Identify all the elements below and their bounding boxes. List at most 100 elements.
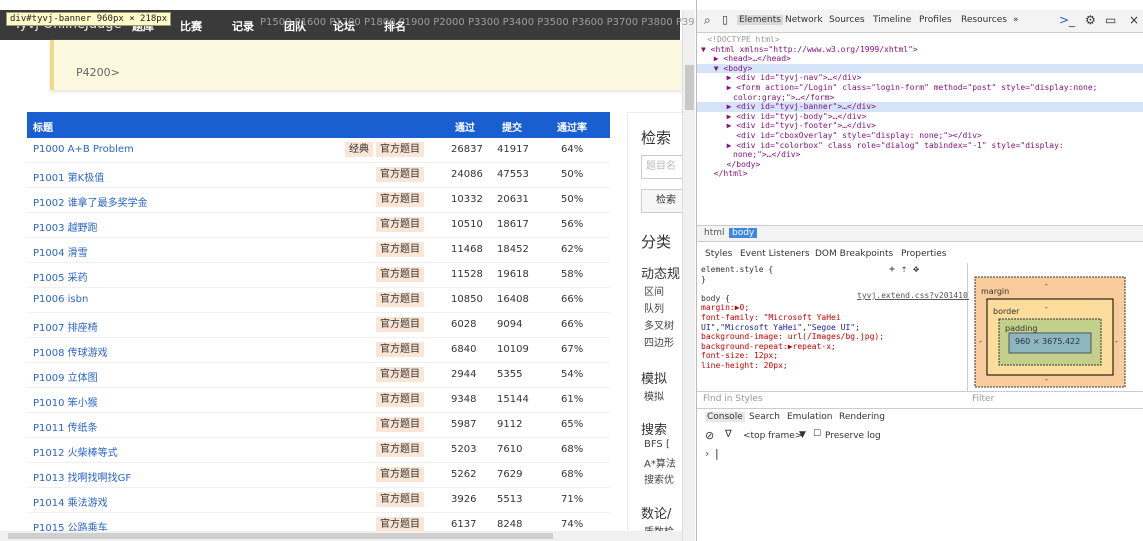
- border-top-value[interactable]: -: [1045, 303, 1048, 312]
- problem-tag[interactable]: 官方题目: [376, 267, 424, 282]
- device-mode-icon[interactable]: ▯: [722, 13, 728, 26]
- problem-tag[interactable]: 官方题目: [376, 517, 424, 532]
- problem-title-link[interactable]: P1001 第K极值: [33, 169, 104, 184]
- css-declaration[interactable]: body {: [701, 294, 730, 304]
- dom-node-line[interactable]: ▼ <html xmlns="http://www.w3.org/1999/xh…: [697, 45, 918, 55]
- subtab-dom-breakpoints[interactable]: DOM Breakpoints: [815, 249, 893, 259]
- search-button[interactable]: 检索: [641, 189, 683, 213]
- drawer-tab-emulation[interactable]: Emulation: [787, 412, 832, 422]
- header-title[interactable]: 标题: [33, 119, 53, 134]
- preserve-log-checkbox[interactable]: ☐: [813, 429, 821, 439]
- problem-title-link[interactable]: P1000 A+B Problem: [33, 144, 134, 155]
- css-declaration[interactable]: background-image: url(/Images/bg.jpg);: [701, 332, 884, 342]
- category-item[interactable]: BFS [: [644, 439, 670, 450]
- header-rate[interactable]: 通过率: [557, 119, 587, 134]
- category-item[interactable]: 搜索优: [644, 471, 674, 486]
- tab-resources[interactable]: Resources: [961, 15, 1007, 25]
- dom-node-line[interactable]: <div id="cboxOverlay" style="display: no…: [697, 131, 982, 141]
- problem-title-link[interactable]: P1008 传球游戏: [33, 344, 108, 359]
- category-item[interactable]: 队列: [644, 300, 664, 315]
- page-horizontal-scrollbar[interactable]: [0, 531, 682, 541]
- problem-tag[interactable]: 官方题目: [376, 417, 424, 432]
- banner-range-link[interactable]: P4200>: [76, 66, 120, 79]
- problem-tag[interactable]: 官方题目: [376, 242, 424, 257]
- drawer-tab-rendering[interactable]: Rendering: [839, 412, 885, 422]
- drawer-tab-search[interactable]: Search: [749, 412, 780, 422]
- chevron-down-icon[interactable]: ▼: [799, 430, 806, 440]
- margin-top-value[interactable]: -: [1045, 280, 1048, 289]
- subtab-styles[interactable]: Styles: [705, 249, 732, 259]
- dom-node-line[interactable]: ▶ <div id="tyvj-nav">…</div>: [697, 73, 862, 83]
- console-prompt[interactable]: ›: [705, 447, 709, 460]
- problem-title-link[interactable]: P1012 火柴棒等式: [33, 444, 118, 459]
- subtab-event-listeners[interactable]: Event Listeners: [740, 249, 810, 259]
- problem-tag[interactable]: 官方题目: [376, 217, 424, 232]
- drawer-tab-console[interactable]: Console: [705, 412, 745, 422]
- dom-node-line[interactable]: ▶ <head>…</head>: [697, 54, 791, 64]
- header-submit[interactable]: 提交: [502, 119, 522, 134]
- problem-tag[interactable]: 官方题目: [376, 167, 424, 182]
- frame-select[interactable]: <top frame>: [743, 431, 802, 441]
- page-vertical-scrollbar[interactable]: [682, 10, 695, 541]
- crumb-body[interactable]: body: [729, 228, 758, 238]
- problem-tag[interactable]: 官方题目: [376, 192, 424, 207]
- filter-icon[interactable]: ∇: [725, 429, 732, 440]
- problem-tag[interactable]: 官方题目: [376, 367, 424, 382]
- nav-item-contests[interactable]: 比赛: [180, 18, 202, 34]
- margin-right-value[interactable]: -: [1115, 337, 1118, 346]
- content-size[interactable]: 960 × 3675.422: [1015, 337, 1080, 346]
- console-drawer-icon[interactable]: >_: [1059, 13, 1075, 27]
- dom-node-line[interactable]: ▼ <body>: [697, 63, 1143, 74]
- margin-bottom-value[interactable]: -: [1045, 375, 1048, 384]
- problem-title-link[interactable]: P1006 isbn: [33, 294, 88, 305]
- dom-node-line[interactable]: ▶ <div id="colorbox" class role="dialog"…: [697, 141, 1064, 151]
- dom-node-line[interactable]: ▶ <div id="tyvj-body">…</div>: [697, 112, 867, 122]
- clear-console-icon[interactable]: ⊘: [705, 429, 714, 442]
- dom-node-line[interactable]: ▶ <div id="tyvj-footer">…</div>: [697, 121, 876, 131]
- css-declaration[interactable]: font-size: 12px;: [701, 351, 778, 361]
- problem-title-link[interactable]: P1002 谁拿了最多奖学金: [33, 194, 148, 209]
- problem-tag[interactable]: 官方题目: [376, 392, 424, 407]
- category-item[interactable]: A*算法: [644, 455, 676, 470]
- dom-node-line[interactable]: ▶ <form action="/Login" class="login-for…: [697, 83, 1098, 93]
- problem-title-link[interactable]: P1011 传纸条: [33, 419, 98, 434]
- problem-tag[interactable]: 官方题目: [376, 442, 424, 457]
- dom-node-line[interactable]: color:gray;">…</form>: [697, 93, 834, 103]
- css-declaration[interactable]: UI","Microsoft YaHei","Segoe UI";: [701, 323, 860, 333]
- problem-title-link[interactable]: P1014 乘法游戏: [33, 494, 108, 509]
- tab-timeline[interactable]: Timeline: [873, 15, 911, 25]
- problem-title-link[interactable]: P1009 立体图: [33, 369, 98, 384]
- problem-title-link[interactable]: P1013 找啊找啊找GF: [33, 469, 131, 484]
- nav-item-records[interactable]: 记录: [232, 18, 254, 34]
- css-declaration[interactable]: background-repeat:▶repeat-x;: [701, 342, 836, 352]
- problem-title-link[interactable]: P1007 排座椅: [33, 319, 98, 334]
- find-in-styles-input[interactable]: Find in Styles: [703, 394, 763, 404]
- problem-tag[interactable]: 官方题目: [376, 492, 424, 507]
- tab-network[interactable]: Network: [785, 15, 823, 25]
- tab-elements[interactable]: Elements: [737, 15, 783, 25]
- category-item[interactable]: 区间: [644, 283, 664, 298]
- search-icon[interactable]: ⌕: [704, 13, 711, 28]
- category-item[interactable]: 多叉树: [644, 317, 674, 332]
- tab-sources[interactable]: Sources: [829, 15, 865, 25]
- category-item[interactable]: 四边形: [644, 334, 674, 349]
- tab-more[interactable]: »: [1013, 15, 1019, 25]
- scrollbar-thumb[interactable]: [685, 65, 694, 110]
- css-declaration[interactable]: element.style {: [701, 265, 773, 275]
- problem-tag[interactable]: 官方题目: [376, 467, 424, 482]
- problem-range-links[interactable]: P1500 P1600 P1700 P1800 P1900 P2000 P330…: [260, 17, 695, 28]
- margin-left-value[interactable]: -: [979, 337, 982, 346]
- search-input[interactable]: 题目名: [641, 155, 683, 179]
- tab-profiles[interactable]: Profiles: [919, 15, 952, 25]
- css-declaration[interactable]: }: [701, 275, 706, 285]
- crumb-html[interactable]: html: [701, 228, 728, 238]
- problem-tag[interactable]: 官方题目: [376, 292, 424, 307]
- dom-node-line[interactable]: </html>: [697, 169, 748, 179]
- close-icon[interactable]: ×: [1129, 13, 1139, 27]
- problem-title-link[interactable]: P1003 越野跑: [33, 219, 98, 234]
- dom-node-line[interactable]: <!DOCTYPE html>: [697, 35, 779, 45]
- category-item[interactable]: 模拟: [644, 388, 664, 403]
- problem-title-link[interactable]: P1004 滑雪: [33, 244, 88, 259]
- add-rule-icon[interactable]: + ⇡ ✥: [889, 265, 919, 275]
- css-declaration[interactable]: line-height: 20px;: [701, 361, 788, 371]
